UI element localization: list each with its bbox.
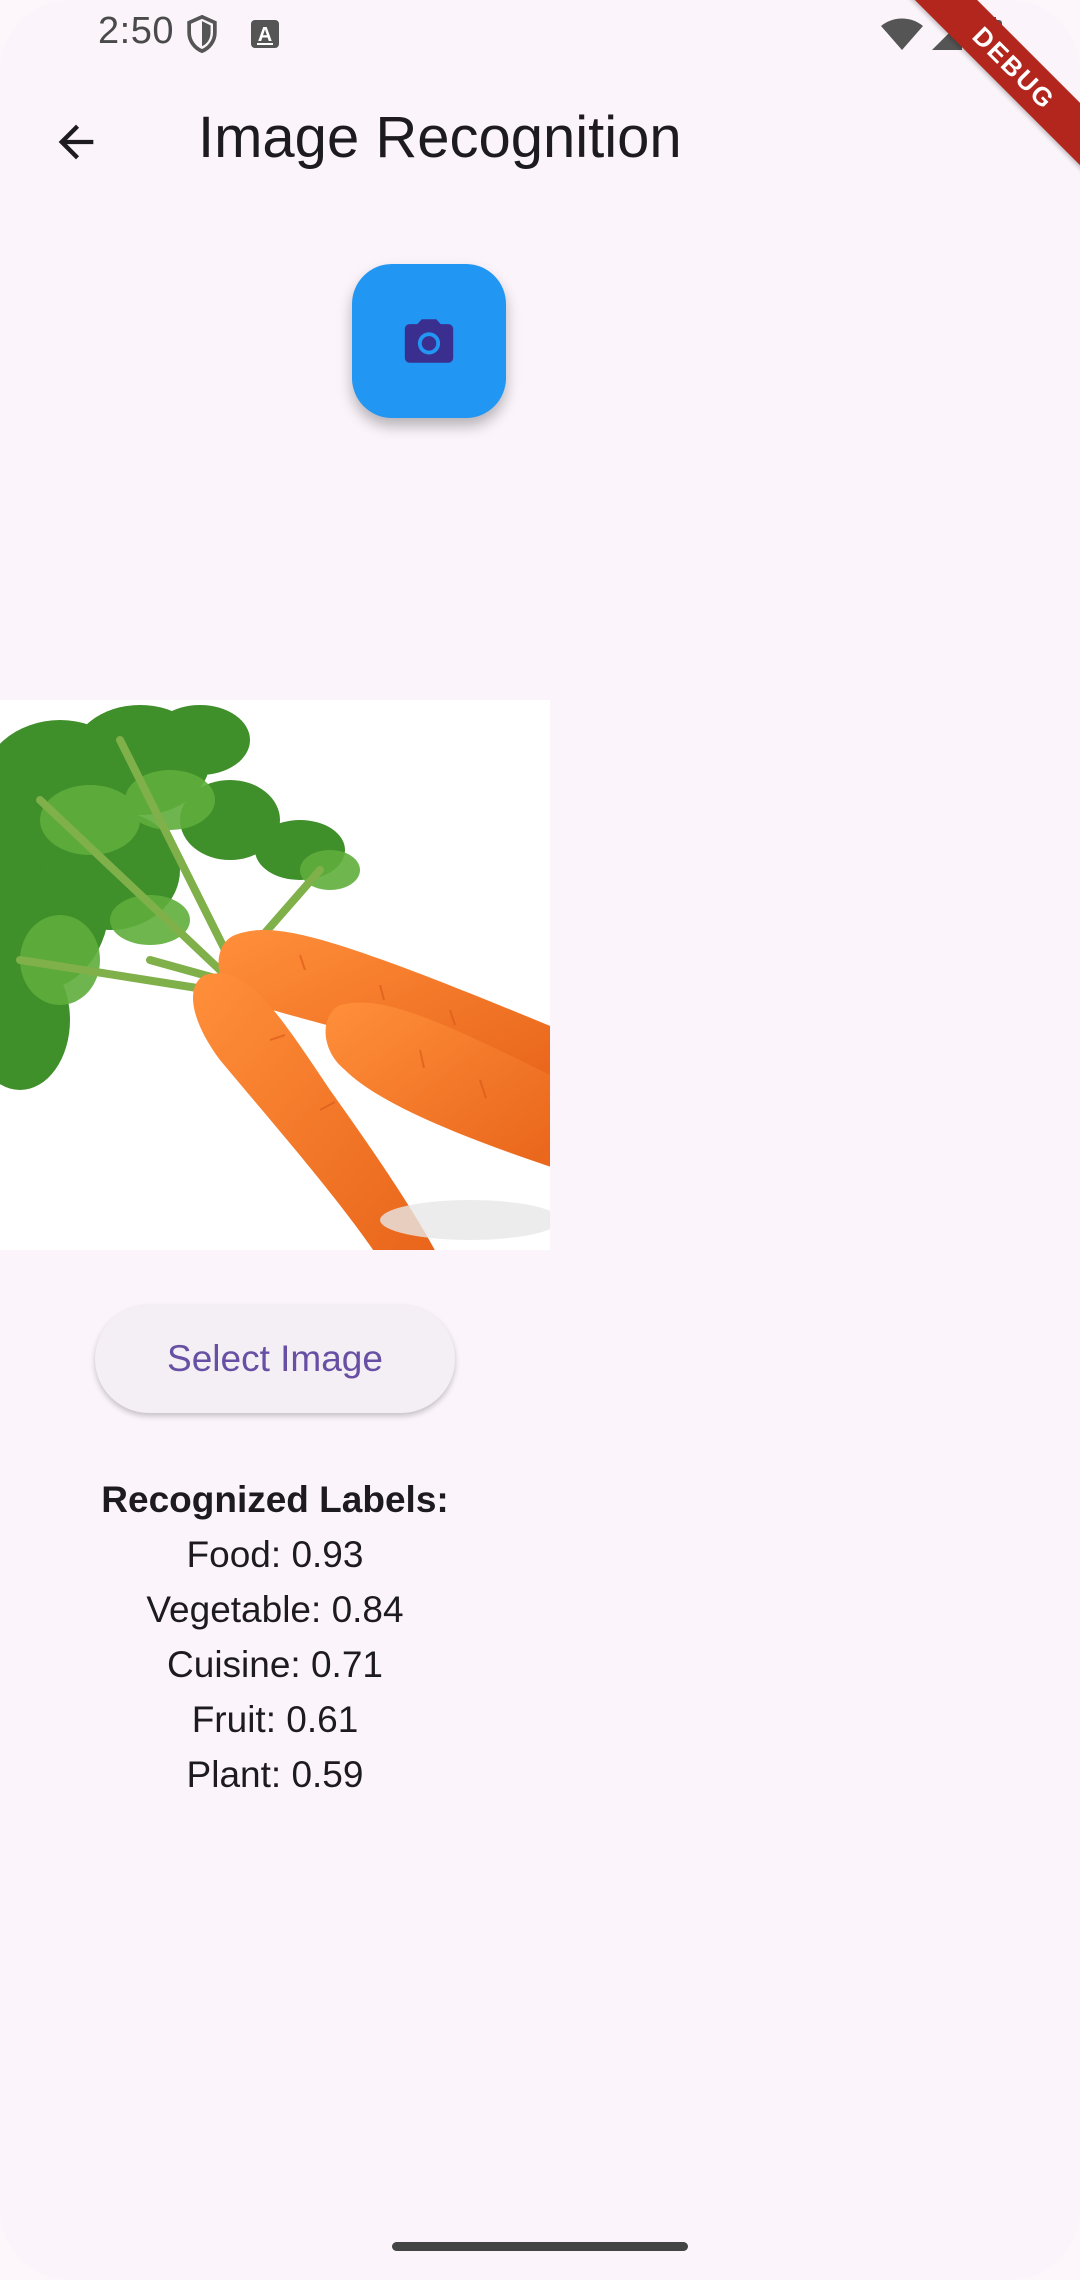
arrow-back-icon [58,124,94,160]
svg-text:A: A [258,24,272,46]
app-screen: 2:50 A DEBUG Image Recognition Select Im… [0,0,1080,2280]
back-button[interactable] [40,106,112,178]
recognized-labels: Recognized Labels: Food: 0.93 Vegetable:… [0,1472,550,1802]
wifi-icon [881,18,923,50]
app-bar: Image Recognition [0,70,1080,212]
a-icon: A [251,20,279,48]
label-item: Food: 0.93 [186,1534,364,1575]
camera-icon [404,319,454,363]
status-bar: 2:50 A [0,0,1080,70]
select-image-button[interactable]: Select Image [95,1305,455,1413]
label-item: Vegetable: 0.84 [146,1589,404,1630]
label-item: Fruit: 0.61 [191,1699,359,1740]
label-item: Cuisine: 0.71 [167,1644,383,1685]
labels-heading: Recognized Labels: [101,1479,449,1520]
carrot-photo [0,700,550,1250]
status-time: 2:50 [98,10,174,52]
home-indicator[interactable] [392,2242,688,2251]
shield-icon [187,14,217,54]
label-item: Plant: 0.59 [186,1754,364,1795]
selected-image [0,700,550,1250]
page-title: Image Recognition [198,105,682,170]
camera-button[interactable] [352,264,506,418]
